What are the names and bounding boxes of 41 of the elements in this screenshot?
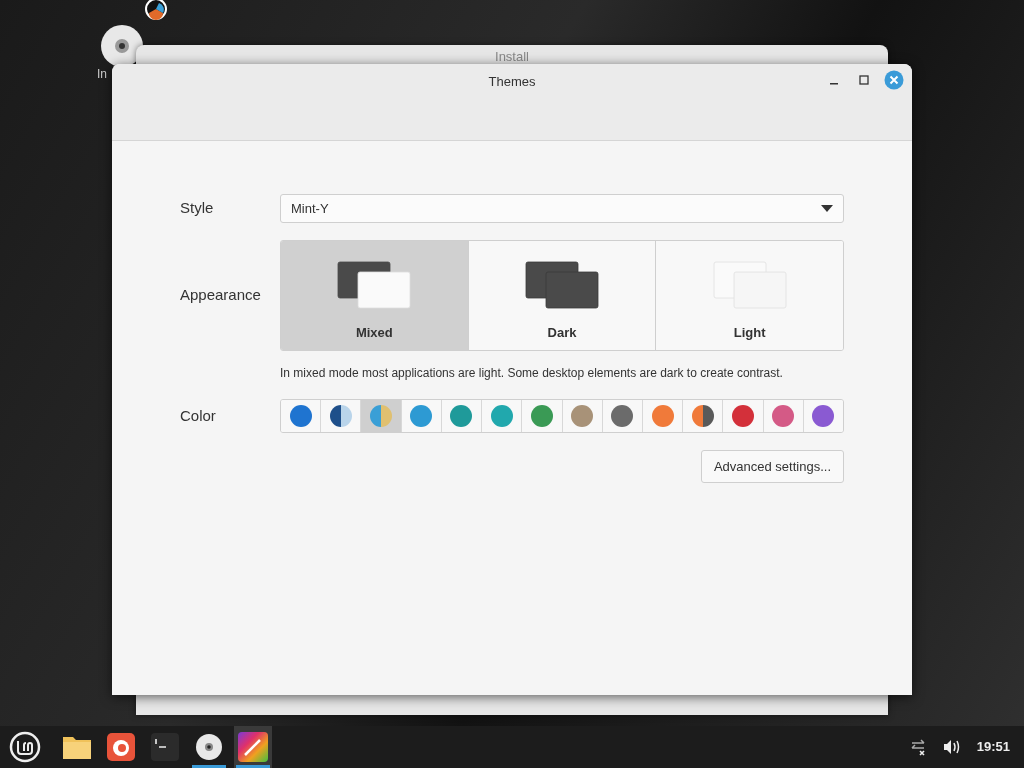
folder-icon bbox=[62, 734, 92, 760]
color-dot-icon bbox=[571, 405, 594, 427]
color-dot-icon bbox=[370, 405, 393, 427]
advanced-settings-button[interactable]: Advanced settings... bbox=[700, 450, 844, 483]
volume-icon[interactable] bbox=[942, 739, 961, 755]
color-dot-icon bbox=[691, 405, 714, 427]
desktop-icon-label: In bbox=[97, 68, 107, 80]
color-wheel-icon[interactable] bbox=[145, 0, 167, 21]
color-dot-icon bbox=[530, 405, 553, 427]
color-dot-icon bbox=[812, 405, 835, 427]
maximize-icon bbox=[859, 75, 869, 85]
color-dot-icon bbox=[410, 405, 433, 427]
caret-icon bbox=[821, 205, 833, 212]
color-swatch[interactable] bbox=[361, 400, 402, 432]
disc-icon bbox=[195, 733, 223, 761]
terminal-icon bbox=[151, 733, 179, 761]
browser-icon bbox=[107, 733, 135, 761]
color-swatch[interactable] bbox=[281, 400, 322, 432]
theme-preview-icon bbox=[525, 260, 599, 309]
close-button[interactable] bbox=[884, 70, 904, 90]
color-dot-icon bbox=[289, 405, 312, 427]
paintbrush-icon bbox=[238, 732, 268, 762]
appearance-description: In mixed mode most applications are light. Some desktop elements are dark to create contrast. bbox=[280, 365, 784, 382]
color-dot-icon bbox=[490, 405, 513, 427]
color-dot-icon bbox=[651, 405, 674, 427]
appearance-option[interactable]: Mixed bbox=[281, 241, 469, 350]
clock[interactable]: 19:51 bbox=[976, 737, 1010, 757]
minimize-icon bbox=[830, 83, 838, 85]
color-dot-icon bbox=[611, 405, 634, 427]
taskbar-app-button[interactable] bbox=[234, 726, 272, 768]
theme-preview-icon bbox=[337, 260, 412, 309]
style-dropdown[interactable]: Mint-Y bbox=[280, 194, 844, 223]
appearance-label: Appearance bbox=[180, 285, 262, 306]
color-dot-icon bbox=[329, 405, 352, 427]
color-label: Color bbox=[180, 405, 217, 426]
color-dot-icon bbox=[772, 405, 795, 427]
color-dot-icon bbox=[732, 405, 754, 427]
window-title: Themes bbox=[488, 73, 536, 91]
color-dot-icon bbox=[450, 405, 473, 427]
style-label: Style bbox=[180, 198, 215, 219]
window-title: Install bbox=[494, 48, 530, 66]
